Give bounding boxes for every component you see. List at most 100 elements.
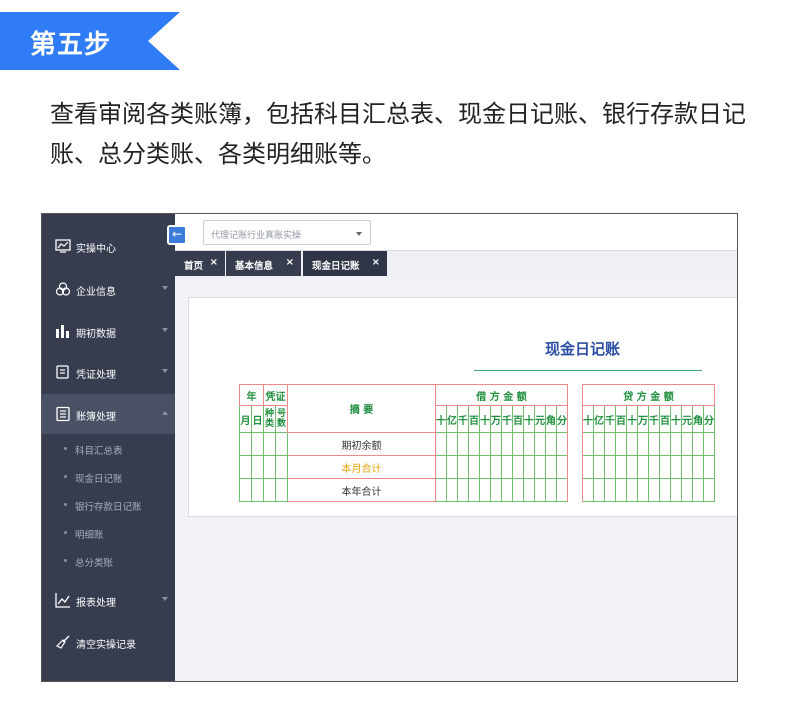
tab-label: 现金日记账 [312,261,360,272]
bullet-icon [64,531,67,534]
bullet-icon [64,503,67,506]
sidebar-item-label: 期初数据 [76,329,116,340]
column-gap [567,384,583,502]
credit-digit: 十 [582,405,594,433]
sidebar-item-company-info[interactable]: 企业信息 [42,269,175,309]
chevron-down-icon [162,286,168,290]
tab-label: 基本信息 [235,261,274,272]
col-number: 号数 [275,405,288,433]
title-underline [474,370,702,371]
col-day: 日 [251,405,264,433]
sidebar-item-opening-data[interactable]: 期初数据 [42,311,175,351]
debit-digit: 亿 [446,405,458,433]
ledger-title: 现金日记账 [545,340,621,358]
close-icon[interactable]: × [286,257,294,268]
bar-chart-icon [56,325,69,338]
subitem-cash-journal[interactable]: 现金日记账 [42,462,175,490]
step-label: 第五步 [30,30,112,60]
col-credit: 贷 方 金 额 [582,384,715,406]
table-row: 期初余额 [239,432,715,456]
debit-digit: 十 [523,405,535,433]
tab-basic-info[interactable]: 基本信息 × [226,251,301,276]
top-bar: 代理记账行业真账实操 [175,214,737,250]
ledger-card: 现金日记账 年 凭证 摘 要 借 方 金 额 贷 方 金 额 月 日 种类 号数… [188,297,737,517]
arrow-left-icon: ← [171,227,183,241]
chevron-down-icon [162,328,168,332]
circles-icon [55,282,71,296]
ledger-icon [56,406,70,422]
chevron-down-icon [162,597,168,601]
page: 第五步 查看审阅各类账簿，包括科目汇总表、现金日记账、银行存款日记账、总分类账、… [0,0,790,705]
sidebar-collapse-button[interactable]: ← [167,225,187,245]
document-edit-icon [56,365,69,379]
subitem-subject-summary[interactable]: 科目汇总表 [42,434,175,462]
chevron-down-icon [162,369,168,373]
debit-digit: 十 [435,405,447,433]
sidebar-item-label: 企业信息 [76,287,116,298]
sidebar-item-label: 实操中心 [76,244,116,255]
close-icon[interactable]: × [210,257,218,268]
monitor-chart-icon [55,239,71,253]
sidebar-item-clear-records[interactable]: 清空实操记录 [42,622,175,662]
subitem-label: 总分类账 [75,558,114,569]
close-icon[interactable]: × [372,257,380,268]
sidebar-item-label: 清空实操记录 [76,640,136,651]
sidebar-item-voucher[interactable]: 凭证处理 [42,352,175,392]
subitem-general-ledger[interactable]: 总分类账 [42,546,175,574]
table-row: 本年合计 [239,478,715,502]
sidebar-item-label: 账簿处理 [76,412,116,423]
col-month: 月 [239,405,252,433]
credit-digit: 角 [692,405,704,433]
subitem-label: 现金日记账 [75,474,123,485]
subitem-bank-journal[interactable]: 银行存款日记账 [42,490,175,518]
tab-bar: 首页 × 基本信息 × 现金日记账 × [175,250,737,276]
row-summary: 本月合计 [287,455,436,479]
line-chart-icon [55,593,70,608]
intro-text: 查看审阅各类账簿，包括科目汇总表、现金日记账、银行存款日记账、总分类账、各类明细… [50,100,746,168]
credit-digit: 千 [648,405,660,433]
subitem-label: 科目汇总表 [75,446,123,457]
credit-digit: 元 [681,405,693,433]
debit-digit: 元 [534,405,546,433]
credit-digit: 分 [703,405,715,433]
credit-digit: 十 [626,405,638,433]
step-banner: 第五步 [0,12,180,70]
row-summary: 期初余额 [287,432,436,456]
tab-label: 首页 [184,261,204,272]
sidebar-item-reports[interactable]: 报表处理 [42,580,175,620]
subitem-detail-ledger[interactable]: 明细账 [42,518,175,546]
credit-digit: 百 [615,405,627,433]
company-select[interactable]: 代理记账行业真账实操 [203,220,371,245]
subitem-label: 银行存款日记账 [75,502,142,513]
chevron-up-icon [162,411,168,415]
sidebar-item-ledger[interactable]: 账簿处理 [42,394,175,434]
sidebar-item-practice-center[interactable]: 实操中心 [42,226,175,266]
credit-digit: 亿 [593,405,605,433]
col-kind: 种类 [263,405,276,433]
debit-digit: 分 [556,405,568,433]
tab-home[interactable]: 首页 × [175,251,225,276]
select-value: 代理记账行业真账实操 [211,231,302,241]
tab-cash-journal[interactable]: 现金日记账 × [303,251,387,276]
credit-digit: 千 [604,405,616,433]
col-summary: 摘 要 [287,384,436,433]
bullet-icon [64,559,67,562]
sidebar-item-label: 凭证处理 [76,370,116,381]
debit-digit: 千 [501,405,513,433]
debit-digit: 十 [479,405,491,433]
ledger-table: 年 凭证 摘 要 借 方 金 额 贷 方 金 额 月 日 种类 号数 十 亿 千… [239,384,715,502]
credit-digit: 十 [670,405,682,433]
table-row: 本月合计 [239,455,715,479]
col-debit: 借 方 金 额 [435,384,568,406]
debit-digit: 百 [468,405,480,433]
row-summary: 本年合计 [287,478,436,502]
sidebar-item-label: 报表处理 [76,598,116,609]
chevron-down-icon [356,232,362,236]
sidebar: 实操中心 企业信息 期初数据 凭证处理 账簿处理 科目汇总表 现金日记账 银行存… [42,214,175,681]
broom-icon [55,635,70,649]
credit-digit: 百 [659,405,671,433]
subitem-label: 明细账 [75,530,104,541]
debit-digit: 角 [545,405,557,433]
col-voucher: 凭证 [263,384,288,406]
debit-digit: 百 [512,405,524,433]
